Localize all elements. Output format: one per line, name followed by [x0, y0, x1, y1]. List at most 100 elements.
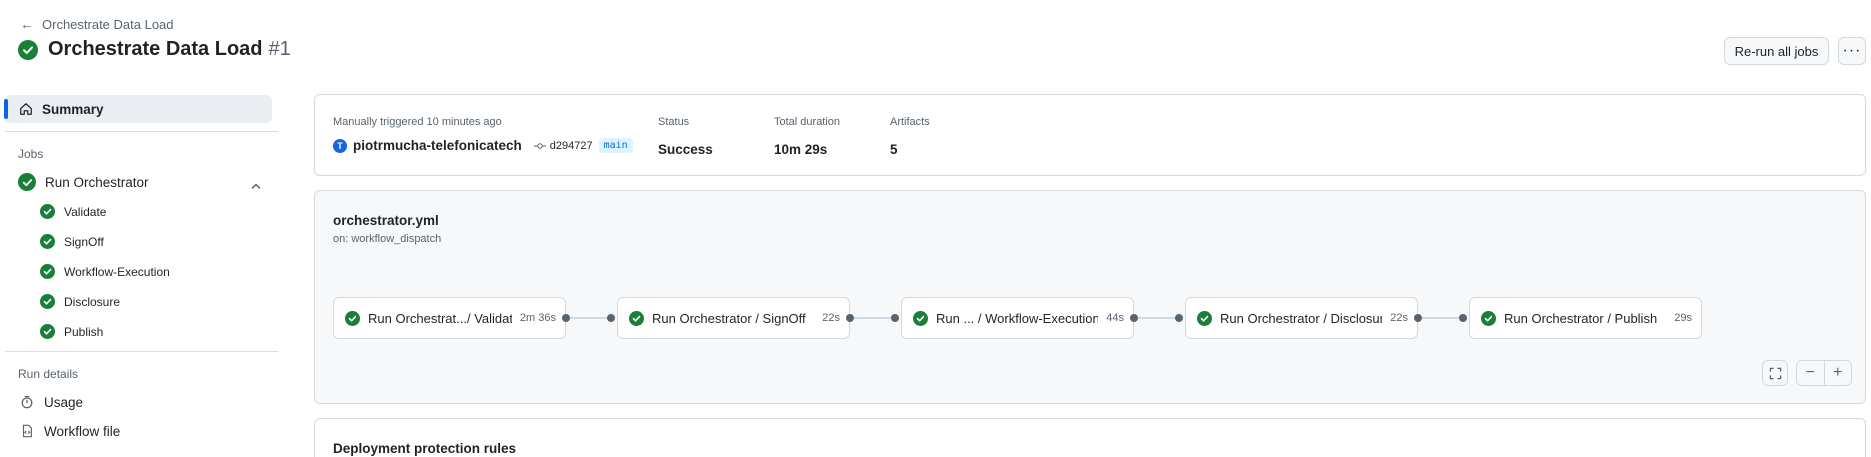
success-check-icon — [40, 264, 55, 279]
run-summary-card: Manually triggered 10 minutes ago T piot… — [314, 94, 1866, 176]
graph-connector-line — [1422, 317, 1462, 319]
graph-job-duration: 44s — [1106, 312, 1124, 324]
status-value: Success — [658, 142, 713, 157]
artifacts-value[interactable]: 5 — [890, 142, 930, 157]
graph-job-name: Run Orchestrator / Publish — [1504, 310, 1658, 326]
graph-connector-line — [1138, 317, 1178, 319]
status-label: Status — [658, 116, 690, 128]
success-check-icon — [1197, 310, 1212, 326]
success-check-icon — [18, 39, 38, 60]
sidebar-step-workflow-execution[interactable]: Workflow-Execution — [40, 264, 170, 279]
graph-connector-dot — [1130, 314, 1138, 322]
success-check-icon — [18, 173, 36, 191]
chevron-up-icon[interactable] — [250, 180, 262, 195]
back-link-label: Orchestrate Data Load — [42, 16, 174, 32]
graph-connector-line — [854, 317, 894, 319]
graph-job-publish[interactable]: Run Orchestrator / Publish 29s — [1469, 297, 1702, 339]
avatar[interactable]: T — [333, 138, 347, 153]
duration-column: Total duration 10m 29s — [774, 116, 840, 157]
success-check-icon — [40, 234, 55, 249]
actor-link[interactable]: piotrmucha-telefonicatech — [353, 138, 522, 153]
sidebar-job-run-orchestrator[interactable]: Run Orchestrator — [18, 173, 149, 191]
graph-connector-dot — [1175, 314, 1183, 322]
graph-job-name: Run Orchestrator / Disclosure — [1220, 310, 1383, 326]
step-label: Publish — [64, 324, 104, 339]
step-label: Disclosure — [64, 294, 121, 309]
graph-job-name: Run Orchestrator / SignOff — [652, 310, 806, 326]
divider — [5, 131, 278, 132]
graph-job-duration: 29s — [1674, 312, 1692, 324]
zoom-controls: − + — [1796, 360, 1852, 386]
duration-value: 10m 29s — [774, 142, 828, 157]
page-title: Orchestrate Data Load — [48, 38, 263, 60]
success-check-icon — [1481, 310, 1496, 326]
workflow-graph-card: orchestrator.yml on: workflow_dispatch R… — [314, 190, 1866, 404]
deployment-protection-card: Deployment protection rules — [314, 418, 1866, 457]
deployment-protection-title: Deployment protection rules — [333, 441, 517, 456]
graph-job-duration: 2m 36s — [519, 312, 556, 324]
trigger-column: Manually triggered 10 minutes ago T piot… — [333, 116, 633, 153]
sidebar-item-label: Usage — [44, 394, 84, 410]
graph-job-signoff[interactable]: Run Orchestrator / SignOff 22s — [617, 297, 850, 339]
sidebar-step-publish[interactable]: Publish — [40, 324, 103, 339]
sidebar-item-label: Summary — [42, 101, 104, 117]
rerun-all-jobs-button[interactable]: Re-run all jobs — [1724, 37, 1829, 65]
sidebar-item-usage[interactable]: Usage — [19, 394, 83, 410]
sidebar-item-summary[interactable]: Summary — [4, 95, 272, 123]
success-check-icon — [40, 324, 55, 339]
status-column: Status Success — [658, 116, 713, 157]
page-title-row: Orchestrate Data Load #1 — [18, 38, 291, 61]
more-options-button[interactable]: ··· — [1838, 37, 1866, 65]
graph-connector-dot — [607, 314, 615, 322]
sidebar-step-disclosure[interactable]: Disclosure — [40, 294, 120, 309]
commit-link[interactable]: d294727 — [533, 139, 593, 152]
fullscreen-icon — [1769, 367, 1782, 380]
graph-job-validate[interactable]: Run Orchestrat.../ Validate 2m 36s — [333, 297, 566, 339]
zoom-in-button[interactable]: + — [1825, 361, 1852, 385]
step-label: Validate — [64, 204, 107, 219]
sidebar-step-validate[interactable]: Validate — [40, 204, 106, 219]
stopwatch-icon — [19, 394, 35, 410]
arrow-left-icon: ← — [20, 16, 34, 32]
git-commit-icon — [533, 141, 546, 151]
success-check-icon — [345, 310, 360, 326]
branch-badge[interactable]: main — [598, 138, 633, 153]
active-indicator — [4, 99, 8, 119]
graph-job-workflow-execution[interactable]: Run ... / Workflow-Execution 44s — [901, 297, 1134, 339]
artifacts-column: Artifacts 5 — [890, 116, 930, 157]
duration-label: Total duration — [774, 116, 841, 128]
graph-connector-dot — [891, 314, 899, 322]
run-number: #1 — [268, 38, 291, 60]
graph-job-duration: 22s — [822, 312, 840, 324]
graph-job-name: Run Orchestrat.../ Validate — [368, 310, 512, 326]
artifacts-label: Artifacts — [890, 116, 930, 128]
graph-job-duration: 22s — [1390, 312, 1408, 324]
sidebar-item-label: Workflow file — [44, 423, 121, 439]
graph-connector-dot — [562, 314, 570, 322]
home-icon — [19, 102, 33, 116]
sidebar-step-signoff[interactable]: SignOff — [40, 234, 104, 249]
graph-connector-dot — [846, 314, 854, 322]
graph-connector-dot — [1459, 314, 1467, 322]
fullscreen-button[interactable] — [1762, 360, 1788, 386]
graph-connector-dot — [1414, 314, 1422, 322]
sidebar-item-workflow-file[interactable]: Workflow file — [19, 423, 120, 439]
graph-job-disclosure[interactable]: Run Orchestrator / Disclosure 22s — [1185, 297, 1418, 339]
success-check-icon — [40, 204, 55, 219]
zoom-out-button[interactable]: − — [1797, 361, 1825, 385]
jobs-heading: Jobs — [18, 147, 44, 161]
back-link[interactable]: ← Orchestrate Data Load — [20, 16, 174, 32]
trigger-text: Manually triggered 10 minutes ago — [333, 116, 502, 128]
success-check-icon — [913, 310, 928, 326]
job-label: Run Orchestrator — [45, 174, 149, 190]
file-code-icon — [19, 423, 35, 439]
run-details-heading: Run details — [18, 367, 79, 381]
success-check-icon — [40, 294, 55, 309]
divider — [5, 351, 278, 352]
graph-job-name: Run ... / Workflow-Execution — [936, 310, 1099, 326]
workflow-file-name[interactable]: orchestrator.yml — [333, 213, 439, 228]
commit-sha: d294727 — [549, 139, 593, 152]
workflow-trigger: on: workflow_dispatch — [333, 233, 442, 245]
success-check-icon — [629, 310, 644, 326]
graph-connector-line — [570, 317, 610, 319]
